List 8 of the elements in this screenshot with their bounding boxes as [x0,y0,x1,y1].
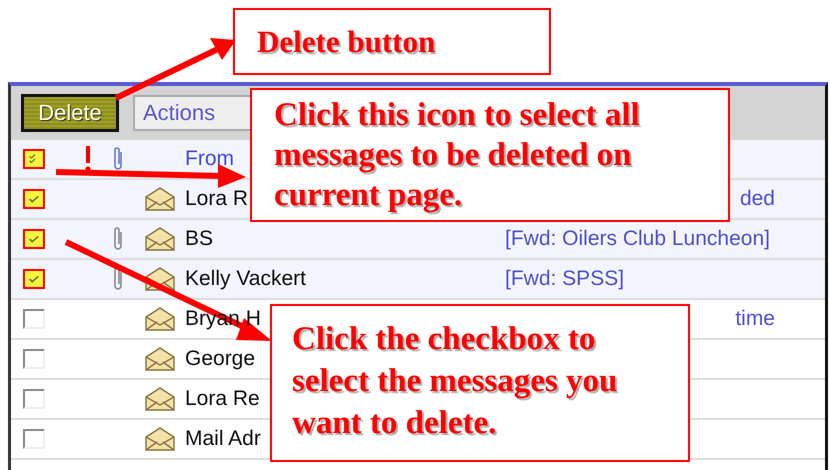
callout-text: Delete button [257,24,436,60]
sender-name: Kelly Vackert [185,267,306,290]
sender-name: BS [185,227,214,250]
sender-name: Mail Adr [185,427,261,450]
sender-name: Lora R [185,187,248,210]
sender-name: Lora Re [185,387,260,410]
callout-text: Click the checkbox to select the messages you want to delete. [292,320,618,443]
sender-name: George [185,347,256,370]
